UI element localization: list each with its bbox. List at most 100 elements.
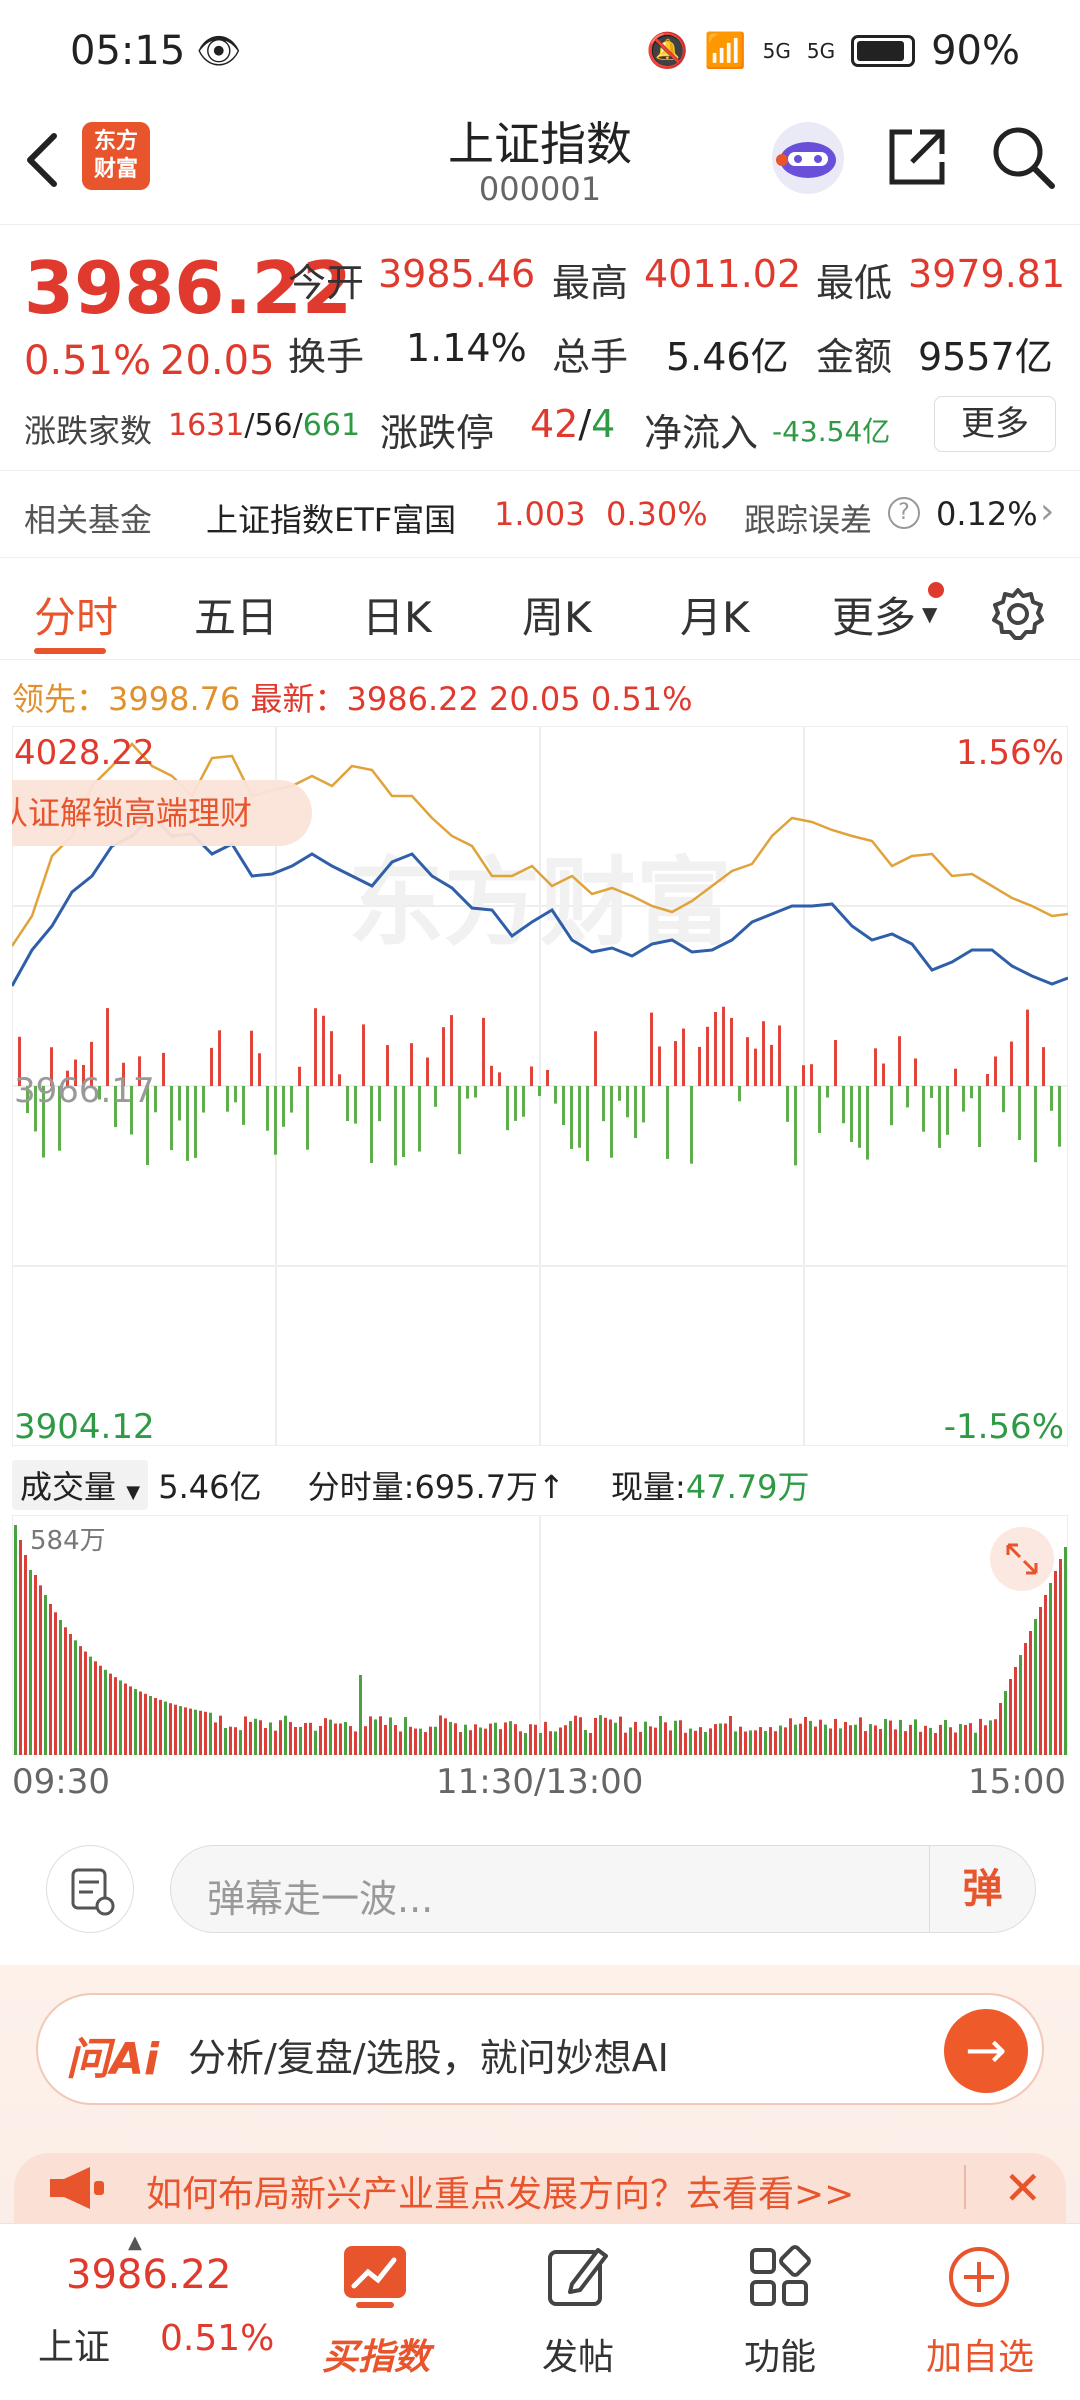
battery-percent: 90% — [931, 28, 1020, 74]
note-settings-icon[interactable] — [46, 1845, 134, 1933]
fall-bar — [378, 1086, 381, 1122]
volume-up-bar — [249, 1721, 252, 1755]
gear-icon[interactable] — [990, 586, 1046, 642]
fall-bar — [434, 1086, 437, 1107]
fall-bar — [290, 1086, 293, 1113]
volume-up-bar — [229, 1726, 232, 1755]
pct-top-label: 1.56% — [956, 733, 1064, 773]
volume-up-bar — [709, 1728, 712, 1755]
arrow-right-icon[interactable]: → — [944, 2009, 1028, 2093]
rise-bar — [770, 1044, 773, 1086]
announcement-banner[interactable]: 如何布局新兴产业重点发展方向？去看看>> ✕ — [14, 2153, 1066, 2223]
volume-up-bar — [384, 1724, 387, 1755]
volume-up-bar — [324, 1718, 327, 1755]
volume-up-bar — [609, 1719, 612, 1755]
fund-price: 1.003 — [494, 495, 586, 533]
volume-down-bar — [764, 1730, 767, 1755]
fall-bar — [930, 1086, 933, 1098]
nav-buy-index-label: 买指数 — [321, 2337, 430, 2378]
volume-now-value: 47.79万 — [685, 1468, 810, 1506]
limit-label: 涨跌停 — [380, 411, 495, 455]
volume-up-bar — [339, 1723, 342, 1755]
rise-bar — [698, 1046, 701, 1086]
related-fund-row[interactable]: 相关基金 上证指数ETF富国 1.003 0.30% 跟踪误差 ? 0.12% … — [0, 470, 1080, 558]
nav-functions-label: 功能 — [743, 2337, 816, 2378]
change-amount: 20.05 — [160, 338, 275, 384]
inflow-label: 净流入 — [644, 411, 759, 455]
nav-index-quote[interactable]: ▲ 3986.22 上证 0.51% — [0, 2224, 274, 2400]
more-button[interactable]: 更多 — [934, 396, 1056, 452]
robot-avatar-icon[interactable] — [768, 118, 848, 198]
nav-post[interactable]: 发帖 — [498, 2224, 658, 2400]
volume-chart[interactable]: 584万 — [12, 1515, 1068, 1755]
change-percent: 0.51% — [24, 338, 152, 384]
fall-bar — [562, 1086, 565, 1126]
rise-bar — [714, 1011, 717, 1086]
tab-monthly-k[interactable]: 月K — [680, 584, 750, 645]
volume-up-bar — [309, 1722, 312, 1755]
volume-up-bar — [579, 1717, 582, 1755]
volume-up-bar — [739, 1726, 742, 1755]
y-top-label: 4028.22 — [14, 733, 155, 773]
tab-weekly-k[interactable]: 周K — [522, 584, 592, 645]
volume-down-bar — [239, 1730, 242, 1755]
nav-buy-index[interactable]: 买指数 — [296, 2224, 456, 2400]
volume-down-bar — [989, 1720, 992, 1755]
fall-bar — [274, 1086, 277, 1155]
danmu-input[interactable]: 弹幕走一波... 弹 — [170, 1845, 1036, 1933]
fall-bar — [946, 1086, 949, 1135]
nav-functions[interactable]: 功能 — [700, 2224, 860, 2400]
fall-bar — [474, 1086, 477, 1098]
fall-bar — [554, 1086, 557, 1104]
volume-up-bar — [844, 1721, 847, 1755]
volume-up-bar — [129, 1686, 132, 1755]
fall-bar — [890, 1086, 893, 1126]
volume-down-bar — [134, 1689, 137, 1755]
danmu-toggle-button[interactable]: 弹 — [929, 1846, 1035, 1932]
volume-up-bar — [54, 1612, 57, 1755]
help-icon[interactable]: ? — [888, 497, 920, 529]
chart-area: 领先：3998.76 最新：3986.22 20.05 0.51% 东方财富 认… — [0, 660, 1080, 1820]
fall-bar — [242, 1086, 245, 1125]
volume-selector[interactable]: 成交量 ▼ — [12, 1460, 149, 1510]
volume-up-bar — [939, 1724, 942, 1755]
volume-up-bar — [484, 1728, 487, 1755]
volume-down-bar — [554, 1731, 557, 1755]
caret-down-icon: ▼ — [922, 602, 938, 626]
volume-up-bar — [39, 1585, 42, 1755]
volume-up-bar — [499, 1729, 502, 1755]
tab-five-day[interactable]: 五日 — [194, 584, 278, 645]
tab-daily-k[interactable]: 日K — [362, 584, 432, 645]
ai-ask-box[interactable]: 问Ai 分析/复盘/选股，就问妙想AI → — [36, 1993, 1044, 2105]
rise-bar — [778, 1025, 781, 1086]
volume-up-bar — [489, 1723, 492, 1755]
volume-up-bar — [94, 1661, 97, 1755]
tab-more[interactable]: 更多 — [832, 584, 916, 645]
volume-down-bar — [194, 1709, 197, 1755]
fall-bar — [738, 1086, 741, 1102]
volume-up-bar — [469, 1730, 472, 1755]
tab-intraday[interactable]: 分时 — [34, 584, 118, 645]
rise-bar — [298, 1066, 301, 1086]
mute-icon: 🔕 — [645, 31, 689, 71]
high-value: 4011.02 — [644, 252, 802, 296]
limit-down: 4 — [591, 402, 616, 446]
rise-bar — [682, 1028, 685, 1086]
volume-down-bar — [329, 1719, 332, 1755]
fall-bar — [1034, 1086, 1037, 1163]
share-icon[interactable] — [884, 124, 950, 190]
rise-bar — [210, 1047, 213, 1086]
nav-add-watchlist[interactable]: 加自选 — [900, 2224, 1060, 2400]
rise-bar — [594, 1031, 597, 1086]
trend-chart-icon — [344, 2246, 406, 2308]
intraday-price-chart[interactable]: 东方财富 认证解锁高端理财 4028.22 3966.17 3904.12 1.… — [12, 726, 1068, 1446]
close-icon[interactable]: ✕ — [1003, 2161, 1042, 2215]
expand-icon[interactable] — [990, 1527, 1054, 1591]
volume-up-bar — [829, 1728, 832, 1755]
promo-pill[interactable]: 认证解锁高端理财 — [12, 780, 312, 846]
red-dot-badge — [928, 582, 944, 598]
header: 东方 财富 上证指数 000001 — [0, 100, 1080, 225]
volume-down-bar — [29, 1570, 32, 1755]
volume-up-bar — [244, 1716, 247, 1755]
search-icon[interactable] — [988, 122, 1058, 192]
